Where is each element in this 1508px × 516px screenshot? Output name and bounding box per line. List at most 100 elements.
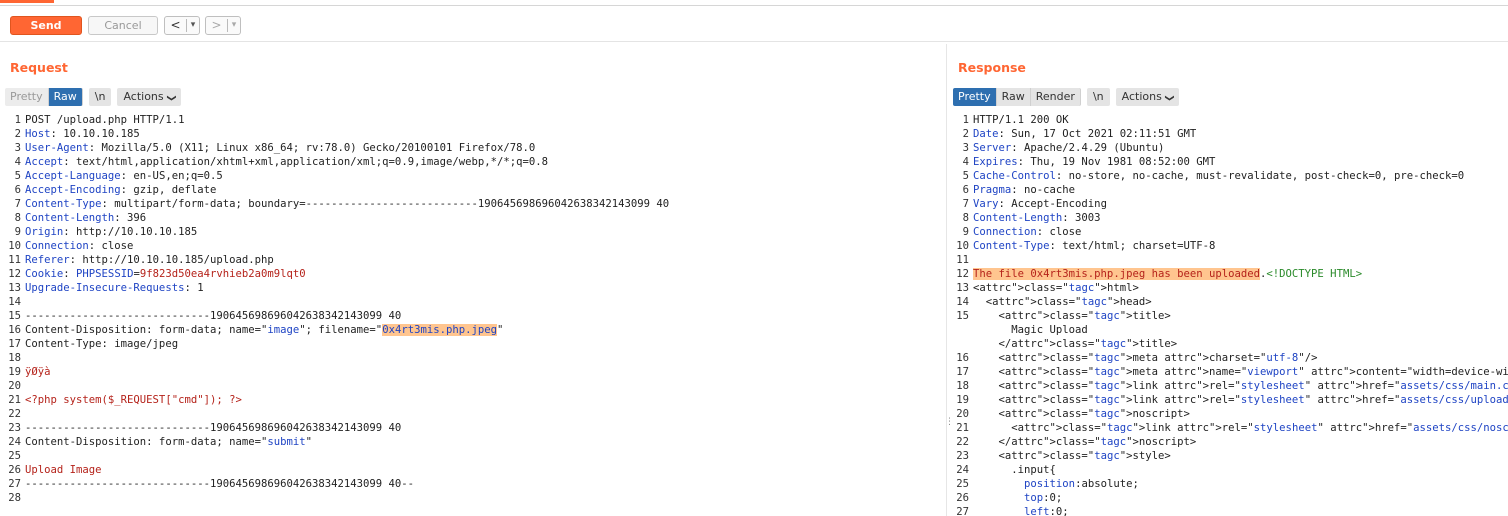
line-number: 22 — [8, 408, 21, 420]
header-key: Accept — [25, 156, 64, 168]
code-line: 17 <attrc">class="tagc">meta attrc">name… — [954, 365, 1508, 379]
code-text: Upload Image — [25, 463, 102, 477]
code-text: Connection: close — [25, 239, 133, 253]
forward-history-button-group[interactable]: > ▾ — [205, 16, 241, 35]
code-line: 8 Content-Length: 3003 — [954, 211, 1508, 225]
forward-menu-chevron-icon[interactable]: ▾ — [228, 17, 240, 34]
pane-splitter[interactable] — [946, 44, 947, 516]
header-value: : close — [88, 240, 134, 252]
tab-pretty[interactable]: Pretty — [5, 88, 49, 106]
newline-toggle-button[interactable]: \n — [88, 88, 112, 106]
tab-raw[interactable]: Raw — [996, 88, 1031, 106]
code-line: </attrc">class="tagc">title> — [954, 337, 1508, 351]
header-value: : Mozilla/5.0 (X11; Linux x86_64; rv:78.… — [88, 142, 536, 154]
code-text: Host: 10.10.10.185 — [25, 127, 140, 141]
header-key: Content-Length — [25, 212, 115, 224]
header-value: : text/html,application/xhtml+xml,applic… — [63, 156, 549, 168]
line-number: 11 — [956, 254, 969, 266]
code-text: <attrc">class="tagc">link attrc">rel="st… — [973, 422, 1508, 434]
code-line: 10 Content-Type: text/html; charset=UTF-8 — [954, 239, 1508, 253]
code-line: 25 — [6, 449, 936, 463]
body-text: Upload Image — [25, 464, 102, 476]
line-number — [954, 323, 969, 337]
code-text: <attrc">class="tagc">noscript> — [973, 408, 1190, 420]
code-text: <attrc">class="tagc">link attrc">rel="st… — [973, 380, 1508, 392]
code-text: Connection: close — [973, 226, 1082, 238]
cancel-button[interactable]: Cancel — [88, 16, 158, 35]
line-number: 7 — [14, 198, 21, 210]
response-view-tabs: Pretty Raw Render \n Actions ❯ — [953, 88, 1179, 107]
code-text: Content-Type: multipart/form-data; bound… — [25, 197, 669, 211]
code-text: HTTP/1.1 200 OK — [973, 114, 1069, 126]
line-number: 14 — [8, 296, 21, 308]
code-line: 20 — [6, 379, 936, 393]
header-key: Accept-Language — [25, 170, 121, 182]
code-text: </attrc">class="tagc">noscript> — [973, 436, 1197, 448]
back-menu-chevron-icon[interactable]: ▾ — [187, 17, 199, 34]
code-text: Pragma: no-cache — [973, 184, 1076, 196]
code-text: -----------------------------19064569869… — [25, 421, 401, 435]
code-line: 9 Connection: close — [954, 225, 1508, 239]
code-line: 17 Content-Type: image/jpeg — [6, 337, 936, 351]
line-number: 3 — [962, 142, 969, 154]
code-text: Content-Type: text/html; charset=UTF-8 — [973, 240, 1216, 252]
line-number: 11 — [8, 254, 21, 266]
code-line: 7 Content-Type: multipart/form-data; boun… — [6, 197, 936, 211]
code-line: 21 <attrc">class="tagc">link attrc">rel=… — [954, 421, 1508, 435]
line-number: 19 — [8, 366, 21, 378]
line-number: 10 — [8, 240, 21, 252]
line-number: 18 — [8, 352, 21, 364]
code-line: 3 Server: Apache/2.4.29 (Ubuntu) — [954, 141, 1508, 155]
code-line: 23 <attrc">class="tagc">style> — [954, 449, 1508, 463]
code-line: 15 <attrc">class="tagc">title> — [954, 309, 1508, 323]
code-line: 7 Vary: Accept-Encoding — [954, 197, 1508, 211]
forward-arrow-icon[interactable]: > — [206, 17, 227, 34]
code-text: Upgrade-Insecure-Requests: 1 — [25, 281, 204, 295]
header-key: Upgrade-Insecure-Requests — [25, 282, 185, 294]
back-arrow-icon[interactable]: < — [165, 17, 186, 34]
line-number: 14 — [956, 296, 969, 308]
code-line: 11 — [954, 253, 1508, 267]
actions-label: Actions — [123, 90, 164, 103]
line-number: 21 — [956, 422, 969, 434]
header-value: : 396 — [114, 212, 147, 224]
request-editor[interactable]: 1 POST /upload.php HTTP/1.1 2 Host: 10.10.1… — [6, 113, 936, 516]
line-number: 27 — [8, 478, 21, 490]
code-line: 6 Accept-Encoding: gzip, deflate — [6, 183, 936, 197]
body-text: POST /upload.php HTTP/1.1 — [25, 114, 185, 126]
highlighted-filename: 0x4rt3mis.php.jpeg — [382, 324, 497, 336]
back-history-button-group[interactable]: < ▾ — [164, 16, 200, 35]
code-line: 8 Content-Length: 396 — [6, 211, 936, 225]
splitter-handle-icon[interactable]: ⋮ — [945, 418, 954, 427]
code-text: Server: Apache/2.4.29 (Ubuntu) — [973, 142, 1165, 154]
line-number: 5 — [962, 170, 969, 182]
code-text: Cookie: PHPSESSID=9f823d50ea4rvhieb2a0m9… — [25, 267, 306, 281]
code-line: 23 -----------------------------190645698… — [6, 421, 936, 435]
line-number: 18 — [956, 380, 969, 392]
line-number: 12 — [956, 268, 969, 280]
code-line: 19 <attrc">class="tagc">link attrc">rel=… — [954, 393, 1508, 407]
line-number: 26 — [956, 492, 969, 504]
code-line: 13 <attrc">class="tagc">html> — [954, 281, 1508, 295]
line-number: 25 — [8, 450, 21, 462]
code-line: 4 Accept: text/html,application/xhtml+xml… — [6, 155, 936, 169]
header-key: Host — [25, 128, 51, 140]
newline-toggle-button[interactable]: \n — [1086, 88, 1110, 106]
line-number: 24 — [956, 464, 969, 476]
actions-menu-button[interactable]: Actions ❯ — [1115, 88, 1179, 106]
code-text: Content-Disposition: form-data; name="su… — [25, 436, 313, 448]
code-line: 3 User-Agent: Mozilla/5.0 (X11; Linux x86… — [6, 141, 936, 155]
tab-raw[interactable]: Raw — [48, 88, 83, 106]
code-text: top:0; — [1024, 492, 1063, 504]
code-text: Magic Upload — [973, 324, 1088, 336]
line-number: 24 — [8, 436, 21, 448]
code-line: 11 Referer: http://10.10.10.185/upload.ph… — [6, 253, 936, 267]
tab-pretty[interactable]: Pretty — [953, 88, 997, 106]
response-editor[interactable]: 1 HTTP/1.1 200 OK 2 Date: Sun, 17 Oct 2021 … — [954, 113, 1508, 516]
send-button[interactable]: Send — [10, 16, 82, 35]
actions-menu-button[interactable]: Actions ❯ — [117, 88, 181, 106]
code-text: Accept: text/html,application/xhtml+xml,… — [25, 155, 548, 169]
code-text: POST /upload.php HTTP/1.1 — [25, 113, 184, 127]
code-text: <attrc">class="tagc">title> — [973, 310, 1171, 322]
tab-render[interactable]: Render — [1030, 88, 1081, 106]
